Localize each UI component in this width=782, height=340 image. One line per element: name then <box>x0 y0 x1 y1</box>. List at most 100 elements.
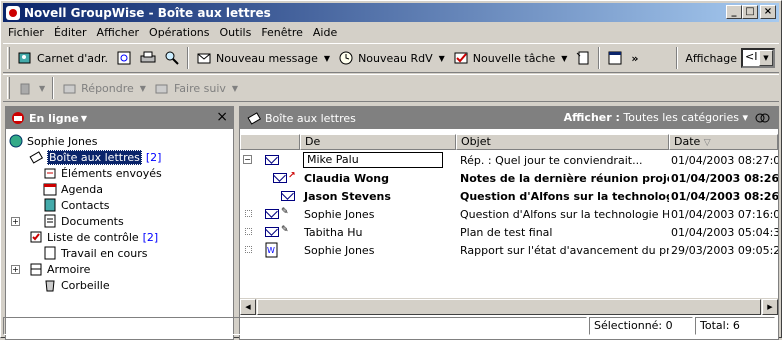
menu-aide[interactable]: Aide <box>308 26 342 39</box>
message-date: 29/03/2003 09:05:27 <box>671 243 778 257</box>
chevron-down-icon[interactable]: ▼ <box>759 50 773 66</box>
documents-icon <box>44 214 56 228</box>
collapse-thread-toggle[interactable]: − <box>243 155 252 164</box>
message-date: 01/04/2003 08:26: <box>671 171 778 185</box>
chevron-down-icon[interactable]: ▼ <box>39 84 45 93</box>
chevron-down-icon[interactable]: ▼ <box>81 114 87 123</box>
toolbar-separator <box>187 47 190 69</box>
tree-item-sent[interactable]: Éléments envoyés <box>42 165 162 181</box>
maximize-button[interactable]: □ <box>742 5 758 19</box>
tree-item-work-in-progress[interactable]: Travail en cours <box>42 245 147 261</box>
close-button[interactable]: × <box>760 5 776 19</box>
view-panel-button[interactable] <box>603 46 627 70</box>
scroll-thumb[interactable] <box>257 299 761 315</box>
table-row[interactable]: ↗ Claudia Wong Notes de la dernière réun… <box>240 169 778 187</box>
toolbar-separator <box>676 47 679 69</box>
table-row[interactable]: W Sophie Jones Rapport sur l'état d'avan… <box>240 241 778 259</box>
online-mode-label: En ligne <box>29 111 79 125</box>
address-book-icon <box>18 52 31 64</box>
column-from[interactable]: De <box>300 134 456 150</box>
find-icon[interactable] <box>754 110 770 126</box>
calendar-icon <box>43 183 57 196</box>
search-button[interactable] <box>160 46 184 70</box>
tree-item-checklist[interactable]: Liste de contrôle [2] <box>28 229 158 245</box>
toolbar-separator <box>52 77 55 99</box>
toolbar-overflow[interactable]: » <box>631 52 638 65</box>
tree-item-cabinet[interactable]: Armoire <box>28 261 90 277</box>
expand-cabinet-toggle[interactable]: + <box>11 265 20 274</box>
cabinet-icon <box>30 263 42 276</box>
column-icons[interactable] <box>240 134 300 150</box>
tree-item-label: Liste de contrôle <box>47 230 139 244</box>
display-select[interactable]: <I ▼ <box>741 48 775 68</box>
tree-item-label: Éléments envoyés <box>61 166 162 180</box>
envelope-icon <box>265 155 279 165</box>
chevron-down-icon[interactable]: ▼ <box>561 54 567 63</box>
message-from: Claudia Wong <box>304 171 389 185</box>
trash-icon <box>45 280 55 292</box>
menu-fichier[interactable]: Fichier <box>3 26 49 39</box>
expand-documents-toggle[interactable]: + <box>11 217 20 226</box>
groupwise-app-icon <box>6 5 20 20</box>
column-date[interactable]: Date ▽ <box>669 134 778 150</box>
minimize-button[interactable]: _ <box>726 5 742 19</box>
tree-item-mailbox[interactable]: Boîte aux lettres [2] <box>28 149 161 165</box>
menu-fenetre[interactable]: Fenêtre <box>256 26 308 39</box>
scroll-right-button[interactable]: ▶ <box>762 299 778 315</box>
online-icon <box>12 112 24 124</box>
message-checkbox[interactable] <box>245 246 252 253</box>
scroll-left-button[interactable]: ◀ <box>240 299 256 315</box>
chevron-down-icon[interactable]: ▼ <box>324 54 330 63</box>
work-in-progress-icon <box>44 246 56 260</box>
tree-item-trash[interactable]: Corbeille <box>42 277 110 293</box>
message-from[interactable]: Mike Palu <box>303 152 443 168</box>
tree-item-calendar[interactable]: Agenda <box>42 181 103 197</box>
message-subject: Question d'Alfons sur la technologie <box>460 189 669 203</box>
tree-item-contacts[interactable]: Contacts <box>42 197 110 213</box>
table-row[interactable]: ✎ Tabitha Hu Plan de test final 01/04/20… <box>240 223 778 241</box>
tree-item-documents[interactable]: Documents <box>42 213 124 229</box>
forward-label: Faire suiv <box>173 81 226 95</box>
new-message-button[interactable]: Nouveau message ▼ <box>192 46 334 70</box>
reply-button[interactable]: Répondre ▼ <box>57 76 150 100</box>
folder-panel-header[interactable]: En ligne ▼ × <box>6 107 233 129</box>
category-filter[interactable]: Afficher : Toutes les catégories ▾ <box>564 111 748 124</box>
menu-operations[interactable]: Opérations <box>144 26 214 39</box>
print-button[interactable] <box>136 46 160 70</box>
delete-button[interactable]: ▼ <box>13 76 49 100</box>
display-value: <I <box>745 50 758 63</box>
table-row[interactable]: Jason Stevens Question d'Alfons sur la t… <box>240 187 778 205</box>
toolbar-grip[interactable] <box>7 47 10 69</box>
toolbar-grip[interactable] <box>7 77 10 99</box>
chevron-down-icon[interactable]: ▼ <box>232 84 238 93</box>
forward-button[interactable]: Faire suiv ▼ <box>150 76 242 100</box>
opened-envelope-icon <box>265 209 279 219</box>
menu-afficher[interactable]: Afficher <box>92 26 144 39</box>
new-task-button[interactable]: Nouvelle tâche ▼ <box>449 46 572 70</box>
task-check-icon <box>454 52 468 64</box>
table-row[interactable]: ✎ Sophie Jones Question d'Alfons sur la … <box>240 205 778 223</box>
chevron-down-icon[interactable]: ▼ <box>140 84 146 93</box>
tree-item-label: Armoire <box>47 262 91 276</box>
filter-label: Afficher : <box>563 111 620 124</box>
close-icon[interactable]: × <box>216 109 228 125</box>
message-checkbox[interactable] <box>245 228 252 235</box>
message-from: Sophie Jones <box>304 207 375 221</box>
find-button[interactable] <box>112 46 136 70</box>
new-appointment-button[interactable]: Nouveau RdV ▼ <box>334 46 449 70</box>
tree-item-user[interactable]: Sophie Jones <box>8 133 97 149</box>
message-from: Jason Stevens <box>304 189 391 203</box>
column-subject[interactable]: Objet <box>456 134 669 150</box>
message-checkbox[interactable] <box>245 210 252 217</box>
message-date: 01/04/2003 05:04:36 <box>671 225 778 239</box>
menu-outils[interactable]: Outils <box>215 26 257 39</box>
new-document-button[interactable] <box>571 46 595 70</box>
address-book-label: Carnet d'adr. <box>37 51 109 65</box>
horizontal-scrollbar[interactable]: ◀ ▶ <box>240 298 778 315</box>
menu-editer[interactable]: Éditer <box>49 26 92 39</box>
main-toolbar: Carnet d'adr. Nouveau message ▼ Nouveau … <box>3 43 779 73</box>
address-book-button[interactable]: Carnet d'adr. <box>13 46 112 70</box>
table-row[interactable]: − Mike Palu Rép. : Quel jour te conviend… <box>240 151 778 169</box>
chevron-down-icon[interactable]: ▼ <box>439 54 445 63</box>
clock-icon <box>339 51 353 65</box>
